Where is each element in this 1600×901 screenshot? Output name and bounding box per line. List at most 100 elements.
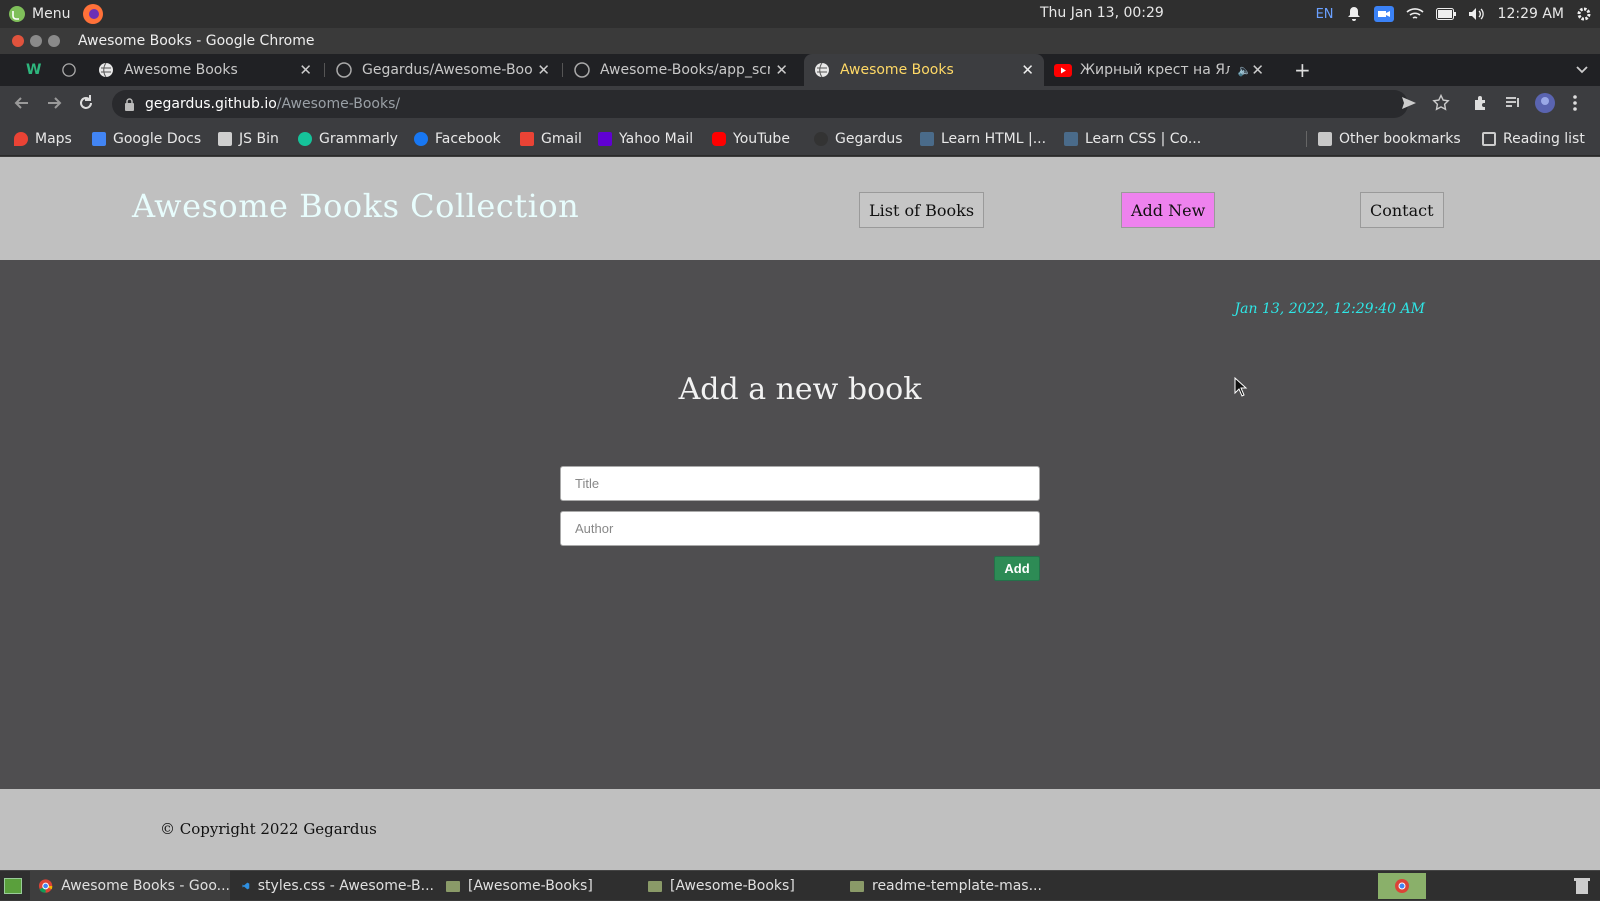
reading-list[interactable]: Reading list bbox=[1482, 122, 1585, 156]
other-bookmarks[interactable]: Other bookmarks bbox=[1318, 122, 1461, 156]
bookmark-youtube[interactable]: YouTube bbox=[712, 122, 790, 156]
bookmark-label: Grammarly bbox=[319, 131, 398, 147]
tab-close-icon[interactable]: ✕ bbox=[1021, 61, 1034, 79]
author-input[interactable] bbox=[560, 511, 1040, 546]
tab-awesome-books-active[interactable]: Awesome Books ✕ bbox=[804, 54, 1044, 86]
folder-icon bbox=[446, 880, 460, 892]
new-tab-button[interactable]: + bbox=[1294, 58, 1311, 82]
bookmarks-bar: Maps Google Docs JS Bin Grammarly Facebo… bbox=[0, 122, 1600, 156]
firefox-icon[interactable] bbox=[82, 3, 104, 25]
wifi-icon[interactable] bbox=[1406, 7, 1424, 21]
tab-github-repo[interactable]: Gegardus/Awesome-Boo ✕ bbox=[326, 54, 560, 86]
system-time[interactable]: 12:29 AM bbox=[1498, 6, 1564, 22]
tab-close-icon[interactable]: ✕ bbox=[299, 61, 312, 79]
tab-close-icon[interactable]: ✕ bbox=[775, 61, 788, 79]
tab-search-chevron-icon[interactable] bbox=[1576, 65, 1588, 75]
keyboard-layout-indicator[interactable]: EN bbox=[1316, 7, 1334, 22]
github-icon bbox=[336, 62, 352, 78]
title-input[interactable] bbox=[560, 466, 1040, 501]
bookmark-label: JS Bin bbox=[239, 131, 279, 147]
speaker-muted-icon[interactable]: 🔈 bbox=[1238, 64, 1252, 77]
bookmark-google-docs[interactable]: Google Docs bbox=[92, 122, 201, 156]
show-desktop-button[interactable] bbox=[4, 878, 22, 894]
bookmark-yahoo-mail[interactable]: Yahoo Mail bbox=[598, 122, 693, 156]
address-bar[interactable]: gegardus.github.io/Awesome-Books/ bbox=[112, 90, 1408, 118]
bookmark-label: YouTube bbox=[733, 131, 790, 147]
taskbar-item-label: [Awesome-Books] bbox=[670, 878, 795, 894]
notifications-icon[interactable] bbox=[1346, 6, 1362, 22]
tab-close-icon[interactable]: ✕ bbox=[537, 61, 550, 79]
send-tab-icon[interactable] bbox=[1400, 94, 1418, 112]
globe-icon bbox=[99, 62, 113, 78]
bookmark-facebook[interactable]: Facebook bbox=[414, 122, 501, 156]
extensions-puzzle-icon[interactable] bbox=[1472, 94, 1490, 112]
back-arrow-icon[interactable] bbox=[12, 93, 32, 113]
bookmark-label: Facebook bbox=[435, 131, 501, 147]
reload-icon[interactable] bbox=[76, 93, 96, 113]
chrome-icon bbox=[38, 879, 53, 893]
bookmark-gmail[interactable]: Gmail bbox=[520, 122, 582, 156]
volume-icon[interactable] bbox=[1468, 7, 1486, 21]
tab-label: Жирный крест на Ялт bbox=[1079, 62, 1230, 78]
tab-awesome-books-1[interactable]: Awesome Books ✕ bbox=[88, 54, 322, 86]
taskbar-item-folder-3[interactable]: readme-template-mas... bbox=[842, 871, 1052, 901]
workspace-switcher[interactable] bbox=[1378, 873, 1426, 899]
bookmark-label: Yahoo Mail bbox=[619, 131, 694, 147]
system-clock[interactable]: Thu Jan 13, 00:29 bbox=[1040, 5, 1164, 21]
lock-icon[interactable] bbox=[124, 97, 135, 111]
profile-avatar-icon[interactable] bbox=[1534, 92, 1556, 114]
trash-icon[interactable] bbox=[1574, 877, 1590, 895]
bookmark-label: Gegardus bbox=[835, 131, 903, 147]
bookmark-maps[interactable]: Maps bbox=[14, 122, 72, 156]
bookmark-gegardus[interactable]: Gegardus bbox=[814, 122, 903, 156]
window-maximize-button[interactable] bbox=[48, 35, 60, 47]
taskbar-item-folder-1[interactable]: [Awesome-Books] bbox=[438, 871, 638, 901]
bookmark-grammarly[interactable]: Grammarly bbox=[298, 122, 398, 156]
youtube-icon bbox=[712, 132, 726, 146]
gmail-icon bbox=[520, 132, 534, 146]
reading-list-label: Reading list bbox=[1503, 131, 1585, 147]
jsbin-icon bbox=[218, 132, 232, 146]
bookmark-label: Maps bbox=[35, 131, 72, 147]
taskbar-item-label: Awesome Books - Goo... bbox=[61, 878, 230, 894]
tab-youtube-video[interactable]: Жирный крест на Ялт 🔈 ✕ bbox=[1044, 54, 1274, 86]
tab-close-icon[interactable]: ✕ bbox=[1251, 61, 1264, 79]
nav-contact[interactable]: Contact bbox=[1360, 192, 1444, 228]
add-book-button[interactable]: Add bbox=[994, 556, 1040, 581]
other-bookmarks-label: Other bookmarks bbox=[1339, 131, 1461, 147]
kebab-menu-icon[interactable] bbox=[1572, 94, 1578, 112]
globe-icon bbox=[815, 62, 829, 78]
tab-pinned-w[interactable]: W bbox=[16, 54, 46, 86]
url-path: /Awesome-Books/ bbox=[276, 96, 401, 112]
reading-mode-icon[interactable] bbox=[1504, 94, 1522, 112]
youtube-icon bbox=[1054, 63, 1072, 77]
nav-add-new[interactable]: Add New bbox=[1121, 192, 1216, 228]
taskbar-item-chrome[interactable]: Awesome Books - Goo... bbox=[30, 871, 230, 901]
window-minimize-button[interactable] bbox=[30, 35, 42, 47]
nav-list-of-books[interactable]: List of Books bbox=[859, 192, 985, 228]
battery-icon[interactable] bbox=[1435, 8, 1456, 20]
taskbar-item-folder-2[interactable]: [Awesome-Books] bbox=[640, 871, 840, 901]
taskbar-item-label: styles.css - Awesome-B... bbox=[257, 878, 434, 894]
tab-app-script[interactable]: Awesome-Books/app_scr ✕ bbox=[564, 54, 798, 86]
settings-gear-icon[interactable] bbox=[1576, 6, 1592, 22]
taskbar-item-vscode[interactable]: styles.css - Awesome-B... bbox=[234, 871, 434, 901]
tab-pinned-github[interactable] bbox=[52, 54, 86, 86]
tab-strip: W Awesome Books ✕ Gegardus/Awesome-Boo ✕… bbox=[0, 54, 1600, 86]
vscode-icon bbox=[242, 882, 250, 890]
reading-list-icon bbox=[1482, 132, 1496, 146]
bookmark-jsbin[interactable]: JS Bin bbox=[218, 122, 279, 156]
bookmark-learn-css[interactable]: Learn CSS | Co... bbox=[1064, 122, 1201, 156]
w-icon: W bbox=[26, 62, 42, 78]
github-icon bbox=[62, 63, 76, 77]
bookmark-star-icon[interactable] bbox=[1432, 94, 1450, 112]
bookmark-learn-html[interactable]: Learn HTML |... bbox=[920, 122, 1046, 156]
video-call-icon[interactable] bbox=[1373, 6, 1394, 22]
form-heading: Add a new book bbox=[678, 372, 922, 407]
forward-arrow-icon[interactable] bbox=[44, 93, 64, 113]
chrome-icon bbox=[1395, 879, 1409, 893]
window-close-button[interactable] bbox=[12, 35, 24, 47]
site-header: Awesome Books Collection List of Books A… bbox=[0, 157, 1600, 260]
system-menu-button[interactable]: Menu bbox=[8, 5, 70, 23]
site-brand[interactable]: Awesome Books Collection bbox=[132, 187, 579, 225]
